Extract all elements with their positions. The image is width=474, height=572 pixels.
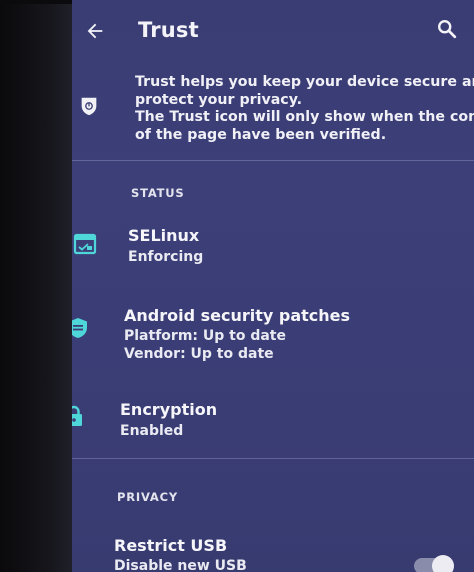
intro-description: Trust helps you keep your device secure … — [135, 74, 474, 144]
encryption-row[interactable]: Encryption Enabled — [72, 396, 474, 456]
selinux-window-icon — [73, 233, 97, 255]
encryption-status: Enabled — [120, 423, 184, 439]
search-button[interactable] — [434, 16, 460, 42]
selinux-status: Enforcing — [128, 249, 204, 265]
intro-line: The Trust icon will only show when the c… — [135, 109, 474, 125]
security-patches-title: Android security patches — [124, 306, 351, 325]
search-icon — [438, 20, 457, 39]
platform-patch-status: Platform: Up to date — [124, 328, 286, 344]
restrict-usb-title: Restrict USB — [114, 536, 228, 555]
selinux-title: SELinux — [128, 226, 200, 245]
toolbar: Trust — [72, 0, 474, 62]
back-button[interactable] — [82, 18, 108, 44]
trust-screen: Trust Trust helps you keep your device s… — [72, 0, 474, 572]
page-title: Trust — [138, 18, 199, 42]
intro-line: Trust helps you keep your device secure … — [135, 74, 474, 90]
restrict-usb-summary: Disable new USB — [114, 558, 247, 572]
section-header-privacy: PRIVACY — [117, 490, 178, 504]
intro-line: of the page have been verified. — [135, 126, 387, 143]
security-patches-row[interactable]: Android security patches Platform: Up to… — [72, 300, 474, 368]
trust-shield-icon — [81, 97, 97, 116]
selinux-row[interactable]: SELinux Enforcing — [72, 218, 474, 278]
trust-intro: Trust helps you keep your device secure … — [72, 62, 474, 160]
arrow-back-icon — [87, 23, 103, 39]
section-header-status: STATUS — [131, 186, 185, 200]
lock-icon — [72, 405, 82, 426]
vendor-patch-status: Vendor: Up to date — [124, 346, 274, 362]
security-shield-icon — [72, 318, 87, 338]
device-bezel — [0, 0, 72, 572]
divider — [72, 160, 474, 161]
encryption-title: Encryption — [120, 400, 218, 419]
restrict-usb-toggle[interactable] — [414, 555, 454, 572]
intro-line: protect your privacy. — [135, 91, 303, 108]
divider — [72, 458, 474, 459]
toggle-knob — [432, 555, 454, 572]
